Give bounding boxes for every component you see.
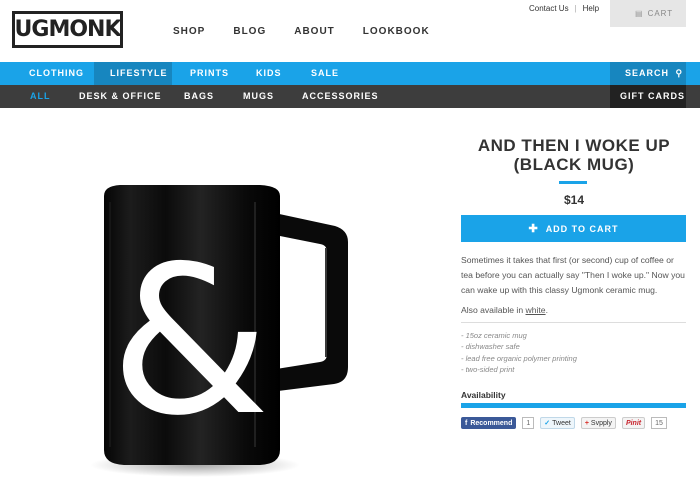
- plus-icon: ✚: [528, 223, 539, 235]
- nav-blog[interactable]: BLOG: [233, 26, 266, 37]
- nav-shop[interactable]: SHOP: [173, 26, 205, 37]
- subcategory-desk-office[interactable]: DESK & OFFICE: [79, 85, 162, 108]
- also-available-text: Also available in: [461, 305, 526, 315]
- feature-item: - two-sided print: [461, 364, 515, 374]
- product-image: &: [90, 182, 370, 482]
- divider: |: [574, 4, 577, 13]
- svpply-button[interactable]: + Svpply: [580, 417, 616, 429]
- category-kids[interactable]: KIDS: [256, 62, 282, 85]
- cart-button[interactable]: ▤ CART: [610, 0, 686, 27]
- mug-illustration: &: [90, 185, 348, 477]
- subcategory-all[interactable]: ALL: [30, 85, 51, 108]
- feature-list: - 15oz ceramic mug - dishwasher safe - l…: [461, 330, 577, 375]
- category-bar: CLOTHING LIFESTYLE PRINTS KIDS SALE SEAR…: [0, 62, 700, 85]
- feature-item: - 15oz ceramic mug: [461, 331, 527, 340]
- feature-item: - dishwasher safe: [461, 342, 520, 352]
- twitter-icon: ✓: [544, 420, 551, 427]
- feature-item: - lead free organic polymer printing: [461, 353, 577, 363]
- social-buttons: f Recommend 1 ✓ Tweet + Svpply Pinit 15: [461, 417, 673, 429]
- subcategory-bags[interactable]: BAGS: [184, 85, 214, 108]
- title-underline: [559, 181, 587, 184]
- product-title-line1: AND THEN I WOKE UP: [477, 136, 671, 155]
- ugmonk-logo[interactable]: UGMONK: [12, 11, 123, 48]
- product-title: AND THEN I WOKE UP (BLACK MUG): [462, 136, 686, 174]
- pinterest-button[interactable]: Pinit: [621, 417, 646, 429]
- contact-us-link[interactable]: Contact Us: [529, 4, 569, 13]
- product-price: $14: [563, 193, 585, 207]
- category-clothing[interactable]: CLOTHING: [29, 62, 84, 85]
- add-to-cart-button[interactable]: ✚ ADD TO CART: [461, 215, 686, 242]
- product-description: Sometimes it takes that first (or second…: [461, 255, 685, 295]
- logo-text: UGMONK: [14, 17, 122, 42]
- white-variant-link[interactable]: white: [526, 305, 546, 315]
- main-nav: SHOP BLOG ABOUT LOOKBOOK: [173, 26, 458, 37]
- tweet-button[interactable]: ✓ Tweet: [540, 417, 575, 429]
- subcategory-bar: ALL DESK & OFFICE BAGS MUGS ACCESSORIES …: [0, 85, 700, 108]
- facebook-recommend-button[interactable]: f Recommend: [461, 417, 517, 429]
- mug-ampersand: &: [110, 223, 270, 461]
- also-available-period: .: [545, 305, 548, 315]
- facebook-count: 1: [522, 417, 535, 429]
- category-lifestyle[interactable]: LIFESTYLE: [94, 62, 172, 85]
- facebook-icon: f: [465, 419, 468, 427]
- gift-cards-button[interactable]: GIFT CARDS: [610, 85, 686, 108]
- tweet-label: Tweet: [552, 419, 571, 427]
- search-icon: ⚲: [675, 68, 684, 78]
- category-sale[interactable]: SALE: [311, 62, 339, 85]
- add-to-cart-label: ADD TO CART: [545, 223, 619, 234]
- availability-bar: [461, 403, 686, 408]
- pinterest-count: 15: [651, 417, 667, 429]
- availability-label: Availability: [461, 390, 506, 400]
- nav-about[interactable]: ABOUT: [294, 26, 335, 37]
- divider: [461, 322, 686, 323]
- facebook-label: Recommend: [470, 419, 513, 427]
- cart-label: CART: [647, 9, 674, 18]
- subcategory-accessories[interactable]: ACCESSORIES: [302, 85, 379, 108]
- product-title-line2: (BLACK MUG): [513, 155, 635, 174]
- subcategory-mugs[interactable]: MUGS: [243, 85, 274, 108]
- top-links: Contact Us | Help: [529, 4, 599, 13]
- nav-lookbook[interactable]: LOOKBOOK: [363, 26, 430, 37]
- pinterest-label: Pinit: [625, 419, 642, 427]
- help-link[interactable]: Help: [583, 4, 599, 13]
- also-available: Also available in white.: [461, 305, 548, 315]
- category-prints[interactable]: PRINTS: [190, 62, 229, 85]
- svpply-label: Svpply: [590, 419, 612, 427]
- search-label: SEARCH: [625, 68, 670, 78]
- svpply-icon: +: [584, 419, 589, 427]
- search-button[interactable]: SEARCH ⚲: [610, 62, 686, 85]
- cart-icon: ▤: [635, 9, 644, 18]
